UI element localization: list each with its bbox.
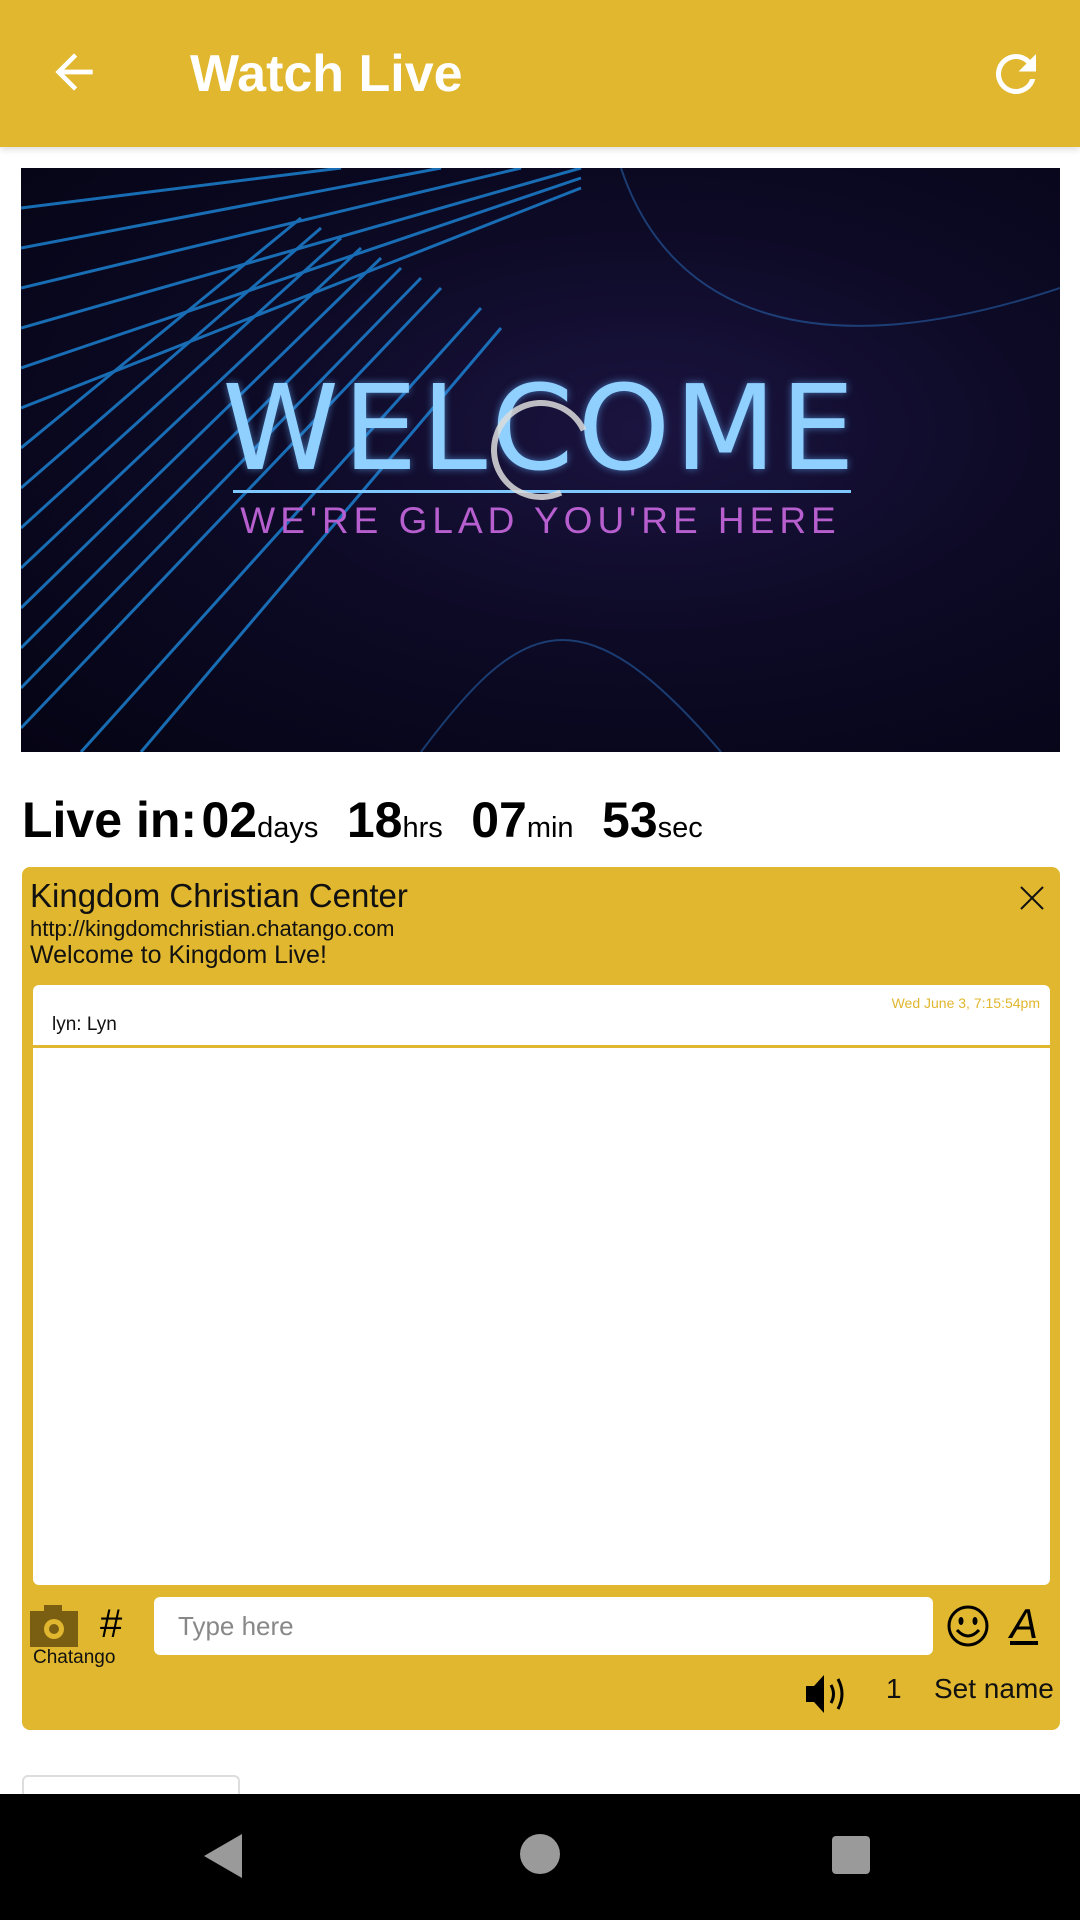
arrow-left-icon[interactable]	[46, 44, 102, 100]
seconds-unit: sec	[657, 812, 703, 844]
nav-home-icon[interactable]	[520, 1834, 560, 1874]
chat-widget: Kingdom Christian Center http://kingdomc…	[22, 867, 1060, 1730]
hashtag-icon[interactable]: #	[100, 1602, 122, 1647]
video-player[interactable]: WELCOME WE'RE GLAD YOU'RE HERE	[21, 168, 1060, 752]
countdown-minutes: 07	[471, 792, 527, 848]
hours-unit: hrs	[402, 812, 443, 844]
camera-icon[interactable]	[30, 1605, 78, 1647]
set-name-button[interactable]: Set name	[934, 1673, 1054, 1705]
countdown-label: Live in:	[22, 792, 198, 848]
message-time: Wed June 3, 7:15:54pm	[891, 995, 1040, 1011]
countdown-days: 02	[201, 792, 258, 848]
nav-back-icon[interactable]	[204, 1834, 244, 1878]
chatango-link[interactable]: Chatango	[33, 1647, 115, 1669]
chat-url[interactable]: http://kingdomchristian.chatango.com	[30, 916, 394, 942]
close-icon[interactable]	[1017, 883, 1047, 913]
system-nav-bar	[0, 1794, 1080, 1920]
days-unit: days	[257, 812, 319, 844]
video-subline: WE'RE GLAD YOU'RE HERE	[240, 500, 841, 541]
message-list[interactable]: Wed June 3, 7:15:54pm lyn: Lyn	[33, 985, 1050, 1585]
message-input[interactable]	[154, 1597, 933, 1655]
nav-recents-icon[interactable]	[832, 1836, 870, 1874]
chat-title: Kingdom Christian Center	[30, 877, 408, 914]
message-text: lyn: Lyn	[52, 1014, 117, 1035]
chat-welcome: Welcome to Kingdom Live!	[30, 941, 327, 969]
smiley-icon[interactable]	[946, 1604, 990, 1648]
refresh-icon[interactable]	[986, 44, 1046, 104]
list-item: Wed June 3, 7:15:54pm lyn: Lyn	[33, 985, 1050, 1048]
minutes-unit: min	[526, 812, 574, 844]
user-count: 1	[886, 1673, 902, 1704]
app-bar: Watch Live	[0, 0, 1080, 147]
speaker-icon[interactable]	[804, 1671, 850, 1717]
font-style-icon[interactable]: A	[1010, 1600, 1038, 1648]
countdown-seconds: 53	[602, 792, 658, 848]
page-title: Watch Live	[190, 45, 463, 103]
countdown-hours: 18	[346, 792, 403, 848]
countdown: Live in: 02days 18hrs 07min 53sec	[22, 790, 727, 863]
